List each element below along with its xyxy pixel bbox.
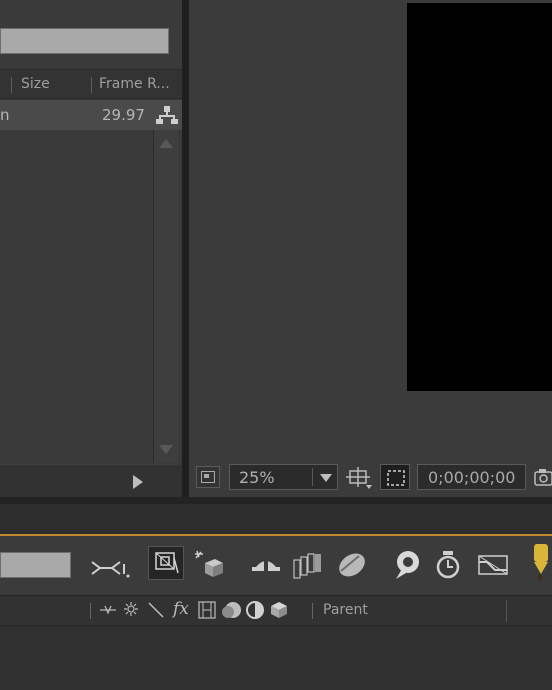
column-separator[interactable] [11,77,12,93]
timeline-layers-area[interactable] [0,626,552,690]
timecode-field[interactable]: 0;00;00;00 [417,464,526,490]
zoom-value: 25% [239,468,275,487]
column-separator[interactable] [90,603,91,619]
effect-switch-icon[interactable]: fx [173,599,189,619]
column-separator[interactable] [91,77,92,93]
chevron-down-icon[interactable] [320,474,332,482]
item-frame-rate: 29.97 [102,106,145,124]
parent-column-label[interactable]: Parent [323,602,368,618]
project-footer [0,466,182,497]
zoom-divider [312,468,313,486]
panel-divider[interactable] [182,0,189,497]
composition-canvas[interactable] [407,3,552,391]
region-of-interest-icon[interactable] [346,467,372,491]
transparency-grid-button[interactable] [380,464,410,490]
viewer-toolbar: 25% 0;00;00;00 [189,460,552,497]
frame-blending-icon[interactable] [250,553,282,579]
zoom-select[interactable]: 25% [229,464,338,490]
shy-switch-icon[interactable] [99,603,117,617]
speed-graph-icon[interactable] [477,552,511,578]
scroll-down-arrow-icon[interactable] [159,445,173,455]
comp-flowchart-icon[interactable] [90,556,130,580]
camera-icon[interactable] [534,467,552,487]
collapse-switch-icon[interactable] [123,601,139,617]
draft-3d-button[interactable] [148,546,184,580]
shy-layers-icon[interactable] [193,549,225,581]
graph-editor-icon[interactable] [388,549,424,581]
timecode-value: 0;00;00;00 [428,468,516,487]
motion-blur-switch-icon[interactable] [220,600,242,620]
motion-blur-icon[interactable] [292,552,324,580]
brainstorm-icon[interactable] [335,549,369,581]
quality-switch-icon[interactable] [147,601,165,619]
frame-blend-switch-icon[interactable] [197,601,217,619]
always-preview-button[interactable] [196,466,220,488]
timeline-column-header: fx Parent [0,595,552,626]
project-search-input[interactable] [0,28,169,54]
column-separator[interactable] [312,603,313,619]
flowchart-icon[interactable] [156,105,178,125]
project-item-row[interactable]: n 29.97 [0,100,182,130]
3d-layer-switch-icon[interactable] [269,600,289,620]
timeline-search-input[interactable] [0,552,71,578]
draft-3d-icon [155,552,179,574]
project-scrollbar[interactable] [153,130,178,463]
svg-text:ᚖ: ᚖ [536,573,544,582]
transparency-grid-icon [387,470,405,486]
project-column-header: Size Frame R... [0,69,182,99]
scroll-right-arrow-icon[interactable] [132,474,144,490]
column-separator[interactable] [506,600,507,622]
preview-icon [201,471,215,483]
item-name: n [0,106,10,124]
column-size[interactable]: Size [21,76,50,92]
column-frame-rate[interactable]: Frame R... [99,76,170,92]
stopwatch-icon[interactable] [434,550,464,580]
adjustment-layer-switch-icon[interactable] [245,600,265,620]
scroll-up-arrow-icon[interactable] [159,138,173,148]
